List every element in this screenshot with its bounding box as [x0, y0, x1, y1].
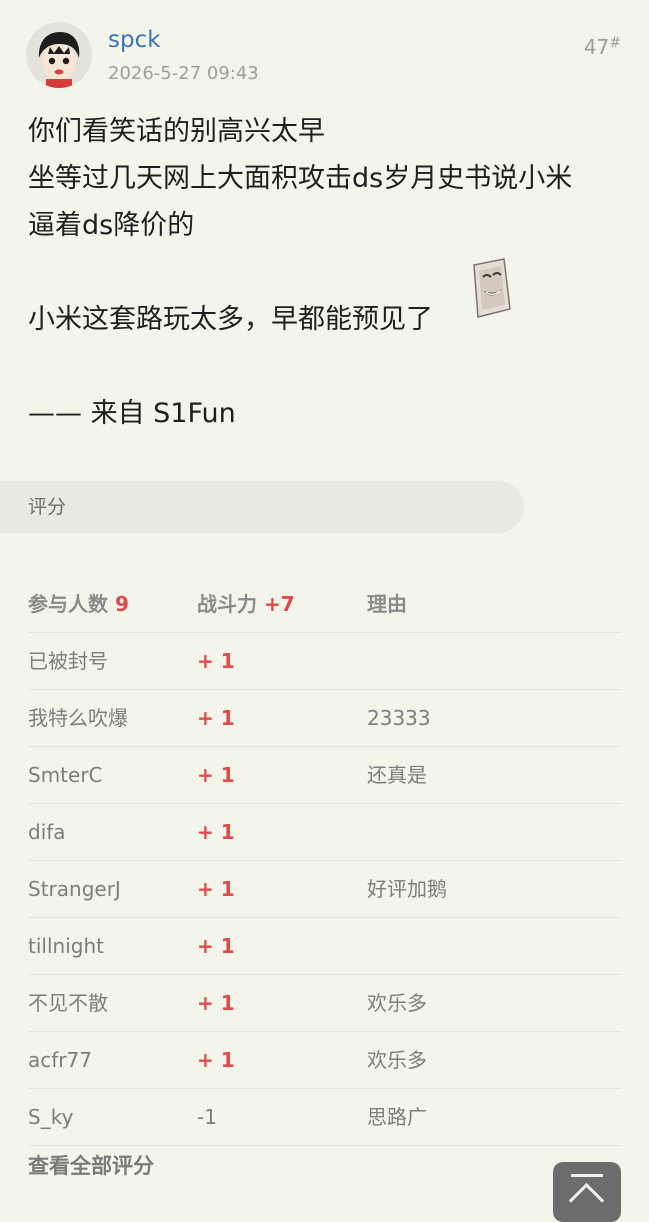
rating-row: tillnight + 1 — [28, 918, 621, 975]
rating-user[interactable]: S_ky — [28, 1089, 73, 1145]
rating-user[interactable]: StrangerJ — [28, 861, 121, 917]
post-line: 小米这套路玩太多，早都能预见了 — [28, 304, 433, 335]
score-header: 战斗力 +7 — [197, 576, 295, 632]
rating-user[interactable]: 不见不散 — [28, 975, 108, 1031]
rating-score: + 1 — [197, 820, 235, 844]
score-total: +7 — [263, 592, 295, 616]
post-line-blank — [28, 343, 628, 390]
rating-reason: 思路广 — [367, 1105, 427, 1129]
rating-row: difa + 1 — [28, 804, 621, 861]
rating-table: 参与人数 9 战斗力 +7 理由 已被封号 + 1 我特么吹爆 + 1 2333… — [28, 576, 621, 1146]
rating-reason: 好评加鹅 — [367, 877, 447, 901]
rating-row: 已被封号 + 1 — [28, 633, 621, 690]
post-line: 坐等过几天网上大面积攻击ds岁月史书说小米 — [28, 163, 573, 194]
rating-reason: 还真是 — [367, 763, 427, 787]
rating-score: + 1 — [197, 706, 235, 730]
rating-score: + 1 — [197, 934, 235, 958]
post-line-blank — [28, 249, 628, 296]
rating-row: StrangerJ + 1 好评加鹅 — [28, 861, 621, 918]
post-floor-number: 47# — [584, 34, 621, 60]
rating-section-header: 评分 — [0, 481, 524, 533]
rating-user[interactable]: tillnight — [28, 918, 104, 974]
view-all-ratings-link[interactable]: 查看全部评分 — [28, 1148, 154, 1184]
score-label: 战斗力 — [197, 592, 257, 616]
rating-reason: 欢乐多 — [367, 991, 427, 1015]
rating-row: 我特么吹爆 + 1 23333 — [28, 690, 621, 747]
participants-count: 9 — [114, 592, 129, 616]
post-line: 你们看笑话的别高兴太早 — [28, 116, 325, 147]
scroll-to-top-icon — [571, 1174, 603, 1177]
rating-score: + 1 — [197, 991, 235, 1015]
rating-row: acfr77 + 1 欢乐多 — [28, 1032, 621, 1089]
rating-score: + 1 — [197, 1048, 235, 1072]
participants-header: 参与人数 9 — [28, 576, 129, 632]
avatar[interactable] — [26, 22, 92, 88]
rating-row: S_ky -1 思路广 — [28, 1089, 621, 1146]
post-content: 你们看笑话的别高兴太早 坐等过几天网上大面积攻击ds岁月史书说小米 逼着ds降价… — [28, 108, 628, 437]
participants-label: 参与人数 — [28, 592, 108, 616]
rating-user[interactable]: SmterC — [28, 747, 103, 803]
rating-row: 不见不散 + 1 欢乐多 — [28, 975, 621, 1032]
rating-user[interactable]: acfr77 — [28, 1032, 92, 1088]
scroll-to-top-button[interactable] — [553, 1162, 621, 1222]
rating-user[interactable]: difa — [28, 804, 66, 860]
post-header: spck 2026-5-27 09:43 47# — [26, 22, 623, 88]
post-timestamp: 2026-5-27 09:43 — [108, 63, 259, 84]
rating-user[interactable]: 我特么吹爆 — [28, 690, 128, 746]
post-signature[interactable]: —— 来自 S1Fun — [28, 390, 628, 437]
rating-table-header: 参与人数 9 战斗力 +7 理由 — [28, 576, 621, 633]
reason-header: 理由 — [367, 592, 407, 616]
rating-user[interactable]: 已被封号 — [28, 633, 108, 689]
post-line: 逼着ds降价的 — [28, 210, 195, 241]
rating-section-label: 评分 — [28, 496, 67, 518]
chevron-up-icon — [568, 1182, 605, 1219]
cartoon-avatar-icon — [26, 22, 92, 88]
rating-score: + 1 — [197, 763, 235, 787]
rating-score: + 1 — [197, 877, 235, 901]
floor-mark: # — [609, 35, 621, 51]
rating-score: + 1 — [197, 649, 235, 673]
laughing-face-sticker-icon — [470, 257, 512, 321]
floor-number: 47 — [583, 35, 610, 59]
rating-score: -1 — [197, 1105, 217, 1129]
rating-reason: 23333 — [367, 706, 431, 730]
post-author-username[interactable]: spck — [108, 26, 161, 54]
rating-row: SmterC + 1 还真是 — [28, 747, 621, 804]
rating-reason: 欢乐多 — [367, 1048, 427, 1072]
